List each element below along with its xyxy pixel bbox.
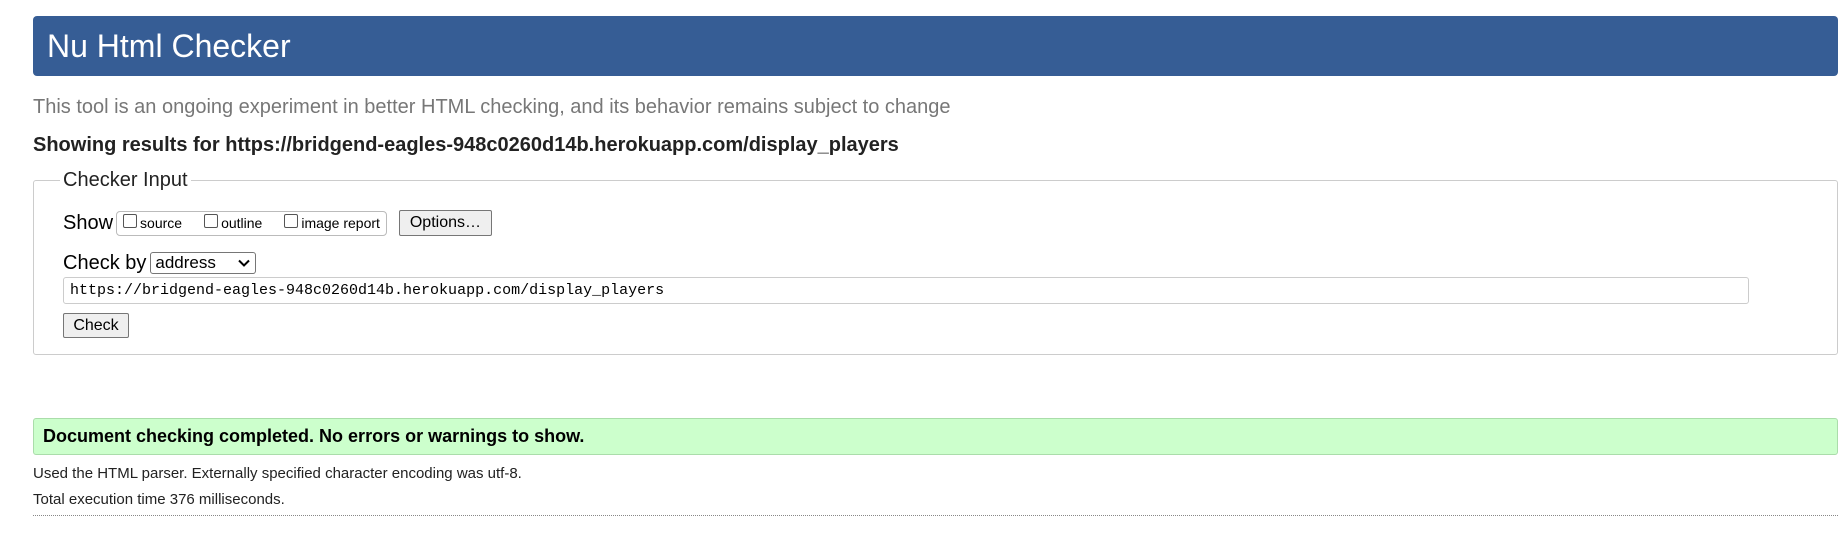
outline-checkbox[interactable] [204, 213, 219, 228]
results-for-heading: Showing results for https://bridgend-eag… [33, 134, 899, 156]
success-message: Document checking completed. No errors o… [33, 418, 1838, 455]
show-label: Show [63, 211, 114, 234]
execution-time: Total execution time 376 milliseconds. [33, 491, 285, 508]
options-button[interactable]: Options… [398, 210, 492, 236]
dotted-divider [33, 515, 1838, 516]
image-report-checkbox-label: image report [301, 215, 380, 231]
show-source-option[interactable]: source [123, 213, 183, 231]
tool-description: This tool is an ongoing experiment in be… [33, 96, 951, 118]
url-input[interactable]: https://bridgend-eagles-948c0260d14b.her… [63, 277, 1749, 304]
source-checkbox-label: source [140, 215, 183, 231]
page: Nu Html Checker This tool is an ongoing … [33, 16, 1838, 516]
page-title: Nu Html Checker [47, 27, 291, 64]
checker-input-fieldset: Checker Input Show source outline image … [33, 169, 1838, 355]
image-report-checkbox[interactable] [284, 213, 299, 228]
chevron-down-icon [238, 259, 251, 267]
check-button[interactable]: Check [63, 313, 129, 338]
check-by-row: Check by address [63, 251, 1811, 275]
source-checkbox[interactable] [123, 213, 138, 228]
outline-checkbox-label: outline [221, 215, 263, 231]
show-image-report-option[interactable]: image report [284, 213, 380, 231]
show-options-group: source outline image report [116, 210, 387, 236]
check-by-select[interactable]: address [150, 252, 257, 274]
parser-info: Used the HTML parser. Externally specifi… [33, 465, 522, 482]
show-outline-option[interactable]: outline [204, 213, 263, 231]
show-options-row: Show source outline image report Options… [63, 210, 1811, 236]
checker-input-legend: Checker Input [63, 169, 188, 191]
check-by-label: Check by [63, 251, 147, 274]
check-by-selected-value: address [155, 253, 216, 272]
header-bar: Nu Html Checker [33, 16, 1838, 76]
